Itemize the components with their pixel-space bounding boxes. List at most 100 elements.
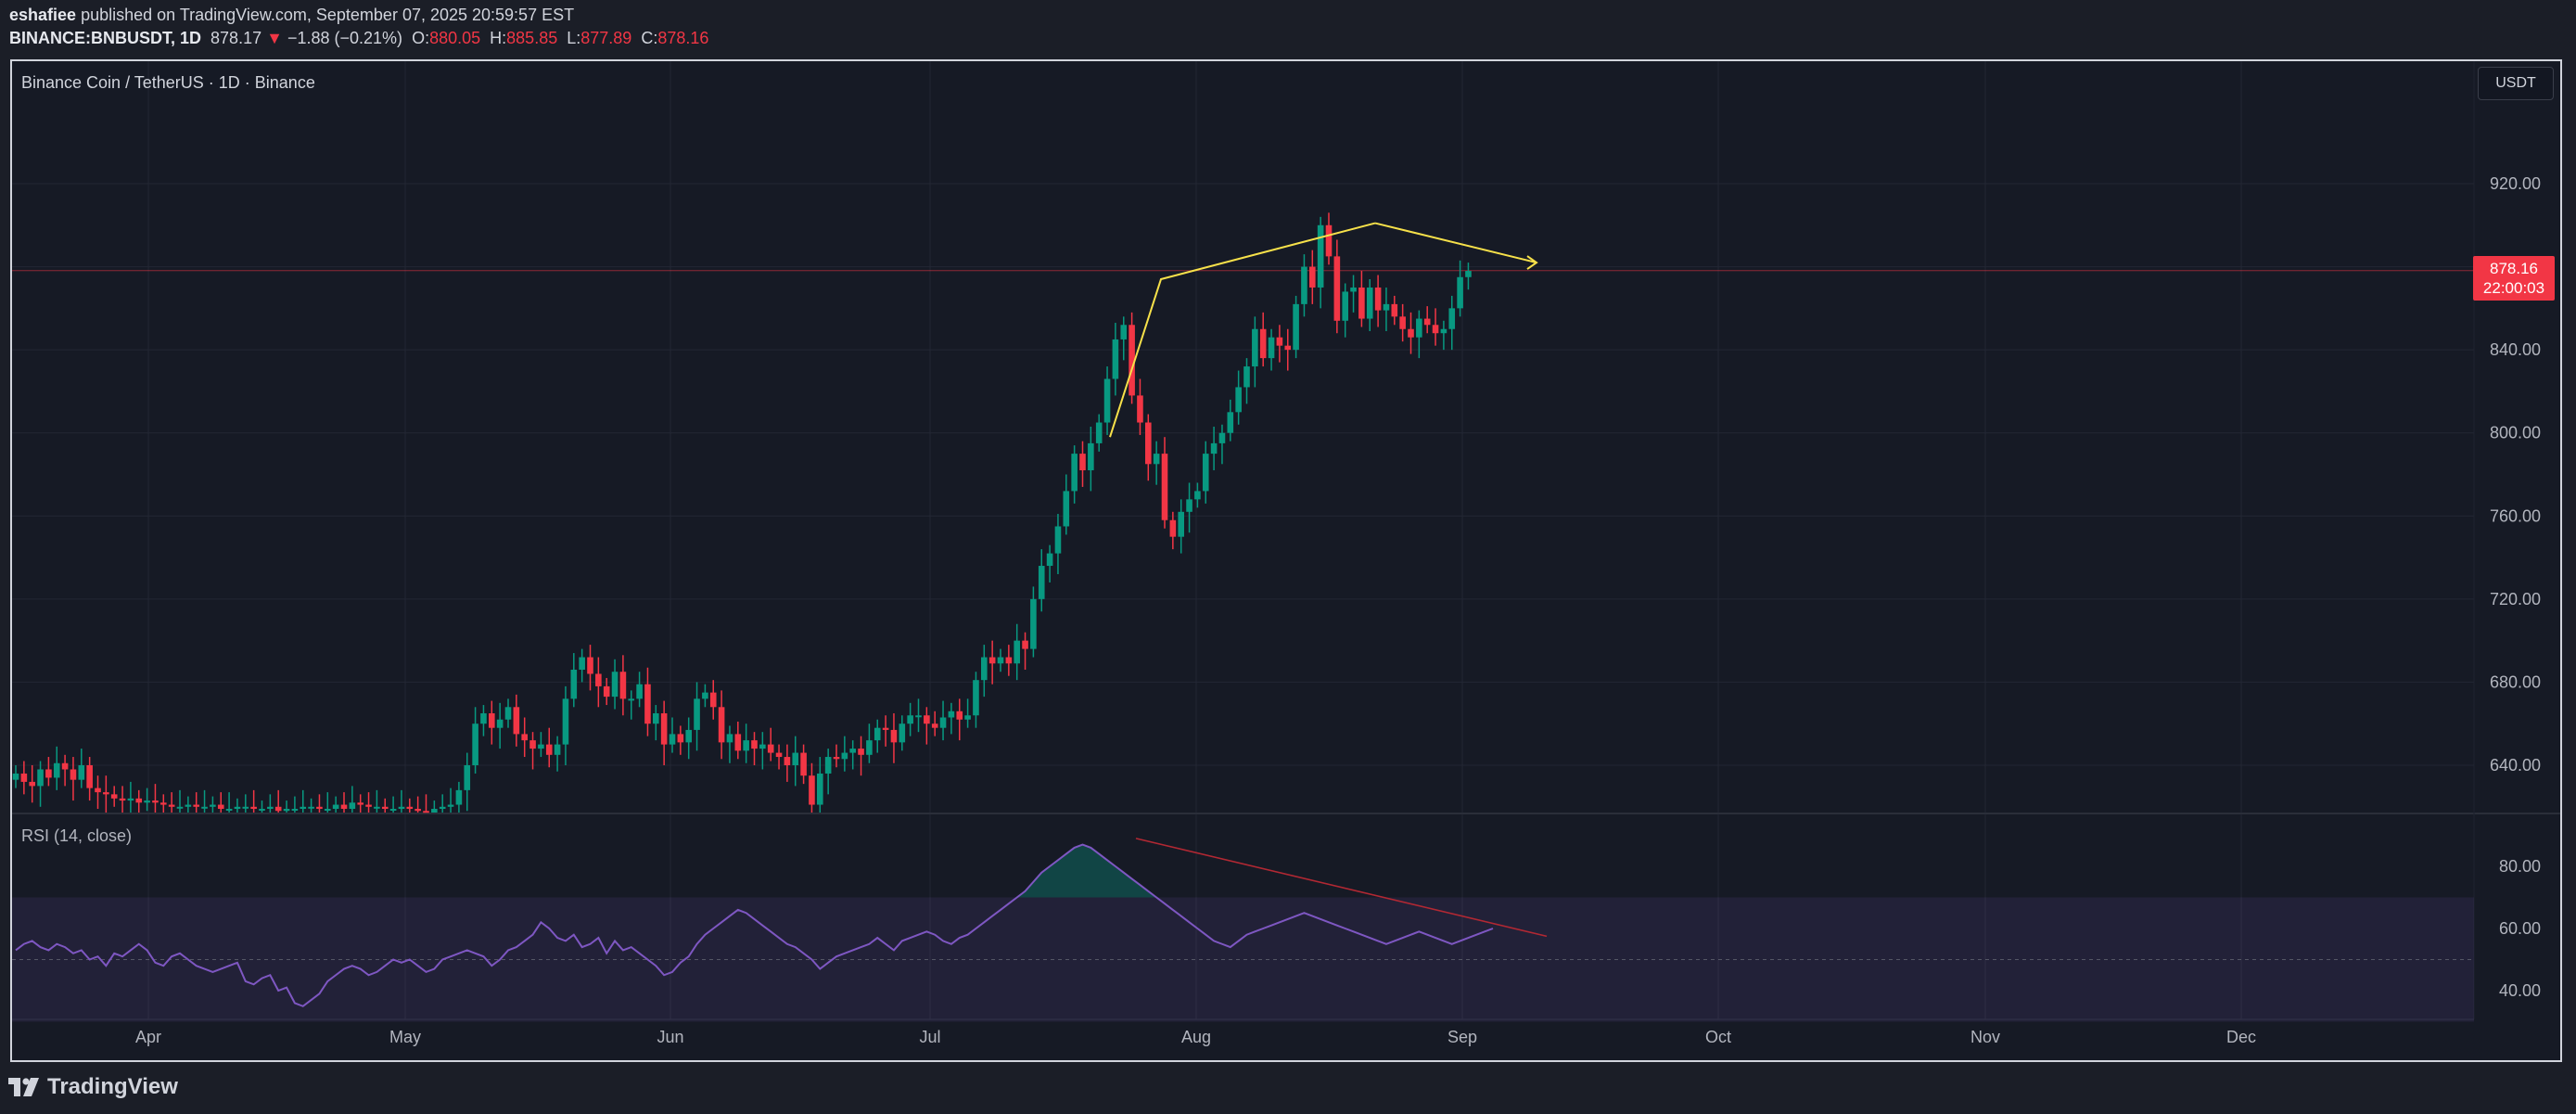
candle-body xyxy=(981,657,988,681)
candle-body xyxy=(521,734,528,741)
candle-body xyxy=(20,773,28,782)
candle-body xyxy=(1350,287,1357,292)
time-axis-label: Dec xyxy=(2226,1028,2256,1046)
candle-body xyxy=(152,800,159,803)
candle-body xyxy=(455,789,463,805)
candle-body xyxy=(53,762,60,778)
time-axis-label: Nov xyxy=(1970,1028,2000,1046)
candle-body xyxy=(406,806,414,810)
candle-body xyxy=(480,713,487,724)
candle-body xyxy=(948,711,955,718)
candle-body xyxy=(316,806,323,810)
candle-body xyxy=(545,744,553,755)
candle-body xyxy=(882,727,889,730)
candle-body xyxy=(447,804,454,807)
candle-body xyxy=(1005,657,1013,664)
currency-button[interactable]: USDT xyxy=(2478,67,2554,100)
candle-body xyxy=(398,806,405,810)
candle-body xyxy=(325,809,331,812)
candle-body xyxy=(579,657,585,670)
candle-body xyxy=(628,698,635,701)
candle-body xyxy=(267,806,274,810)
candle-body xyxy=(849,749,856,753)
candle-body xyxy=(1178,511,1184,537)
candle-body xyxy=(809,775,815,805)
candle-body xyxy=(1374,287,1382,311)
candle-body xyxy=(751,740,758,749)
candle-body xyxy=(381,806,389,810)
candle-body xyxy=(1325,224,1333,257)
candle-body xyxy=(866,740,873,755)
price-axis-label: 800.00 xyxy=(2490,424,2541,442)
candle-body xyxy=(677,734,684,743)
candle-body xyxy=(291,809,299,812)
candle-body xyxy=(800,752,807,776)
candle-body xyxy=(274,806,282,812)
rsi-axis-label: 60.00 xyxy=(2499,919,2541,938)
candle-body xyxy=(1079,454,1086,471)
tradingview-logo[interactable]: TradingView xyxy=(8,1074,178,1100)
candle-body xyxy=(439,806,446,810)
candle-body xyxy=(1194,491,1201,500)
price-axis-label: 760.00 xyxy=(2490,506,2541,525)
candle-body xyxy=(702,692,708,699)
candle-body xyxy=(1112,339,1119,379)
last-price-tag: 878.16 22:00:03 xyxy=(2473,256,2555,301)
time-axis-label: Apr xyxy=(135,1028,161,1046)
candle-body xyxy=(1095,422,1103,443)
pane-title: Binance Coin / TetherUS · 1D · Binance xyxy=(21,73,315,92)
candle-body xyxy=(1169,519,1177,537)
candle-body xyxy=(225,809,233,812)
candle-body xyxy=(1268,337,1275,359)
candle-body xyxy=(389,809,397,812)
price-tag-value: 878.16 xyxy=(2490,260,2538,277)
candle-body xyxy=(833,757,840,760)
candle-body xyxy=(619,672,627,699)
candle-body xyxy=(653,713,659,724)
candle-body xyxy=(1202,454,1209,492)
candle-body xyxy=(185,804,192,807)
trend-line-flat xyxy=(1374,222,1537,264)
candle-body xyxy=(45,769,52,778)
trend-line-up xyxy=(1109,222,1376,438)
candle-body xyxy=(1399,316,1406,329)
price-axis-label: 640.00 xyxy=(2490,756,2541,775)
candle-body xyxy=(931,723,938,728)
candle-body xyxy=(1259,328,1267,359)
candle-body xyxy=(61,762,69,770)
candle-body xyxy=(694,698,700,730)
time-axis-label: Oct xyxy=(1705,1028,1731,1046)
candle-body xyxy=(95,787,101,793)
candle-body xyxy=(915,715,922,718)
rsi-axis-label: 40.00 xyxy=(2499,981,2541,1000)
candle-body xyxy=(899,723,906,743)
candle-body xyxy=(37,769,44,787)
candle-body xyxy=(817,773,823,805)
candle-body xyxy=(1235,387,1242,413)
candle-body xyxy=(176,806,184,809)
candle-body xyxy=(127,798,134,801)
candle-body xyxy=(874,727,881,741)
candle-body xyxy=(759,744,766,749)
candle-body xyxy=(562,698,569,745)
candle-body xyxy=(250,806,257,810)
rsi-title[interactable]: RSI (14, close) xyxy=(21,826,132,846)
candle-body xyxy=(308,806,314,809)
candle-body xyxy=(1333,256,1341,321)
candle-body xyxy=(890,729,898,743)
candle-body xyxy=(685,729,692,743)
candle-body xyxy=(349,802,356,810)
candle-body xyxy=(907,715,913,724)
chart-svg[interactable]: 640.00680.00720.00760.00800.00840.00880.… xyxy=(0,0,2576,1114)
candle-body xyxy=(964,715,971,720)
candle-body xyxy=(1383,303,1390,311)
time-axis-label: Jun xyxy=(657,1028,683,1046)
candle-body xyxy=(1309,266,1316,288)
candle-body xyxy=(513,707,520,735)
candle-body xyxy=(201,806,208,809)
time-axis-label: Sep xyxy=(1447,1028,1477,1046)
candle-body xyxy=(1301,266,1307,304)
candle-body xyxy=(489,713,495,728)
candle-body xyxy=(743,740,749,751)
candle-body xyxy=(636,684,643,699)
